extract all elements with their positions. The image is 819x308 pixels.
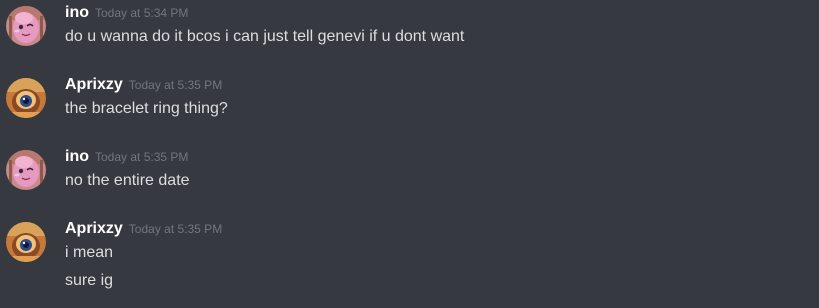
message-group: Aprixzy Today at 5:35 PM i mean sure ig <box>0 220 819 300</box>
user-avatar[interactable] <box>6 6 46 46</box>
username[interactable]: Aprixzy <box>65 76 123 93</box>
chat-messages: ino Today at 5:34 PM do u wanna do it bco… <box>0 0 819 308</box>
message-header: ino Today at 5:35 PM <box>65 148 188 168</box>
orange-character-avatar-icon <box>6 222 46 262</box>
message-text: do u wanna do it bcos i can just tell ge… <box>65 28 465 45</box>
message-header: ino Today at 5:34 PM <box>65 4 188 24</box>
message-text: the bracelet ring thing? <box>65 100 228 117</box>
message-group: ino Today at 5:35 PM no the entire date <box>0 148 819 198</box>
user-avatar[interactable] <box>6 222 46 262</box>
timestamp[interactable]: Today at 5:35 PM <box>129 78 222 92</box>
timestamp[interactable]: Today at 5:34 PM <box>95 6 188 20</box>
message-text: sure ig <box>65 272 114 289</box>
username[interactable]: Aprixzy <box>65 220 123 237</box>
pink-character-avatar-icon <box>6 150 46 190</box>
message-text: i mean <box>65 244 114 261</box>
user-avatar[interactable] <box>6 150 46 190</box>
message-text: no the entire date <box>65 172 190 189</box>
orange-character-avatar-icon <box>6 78 46 118</box>
message-header: Aprixzy Today at 5:35 PM <box>65 220 222 240</box>
message-group: ino Today at 5:34 PM do u wanna do it bco… <box>0 4 819 54</box>
message-header: Aprixzy Today at 5:35 PM <box>65 76 222 96</box>
user-avatar[interactable] <box>6 78 46 118</box>
message-group: Aprixzy Today at 5:35 PM the bracelet rin… <box>0 76 819 126</box>
timestamp[interactable]: Today at 5:35 PM <box>129 222 222 236</box>
username[interactable]: ino <box>65 148 89 165</box>
timestamp[interactable]: Today at 5:35 PM <box>95 150 188 164</box>
username[interactable]: ino <box>65 4 89 21</box>
pink-character-avatar-icon <box>6 6 46 46</box>
